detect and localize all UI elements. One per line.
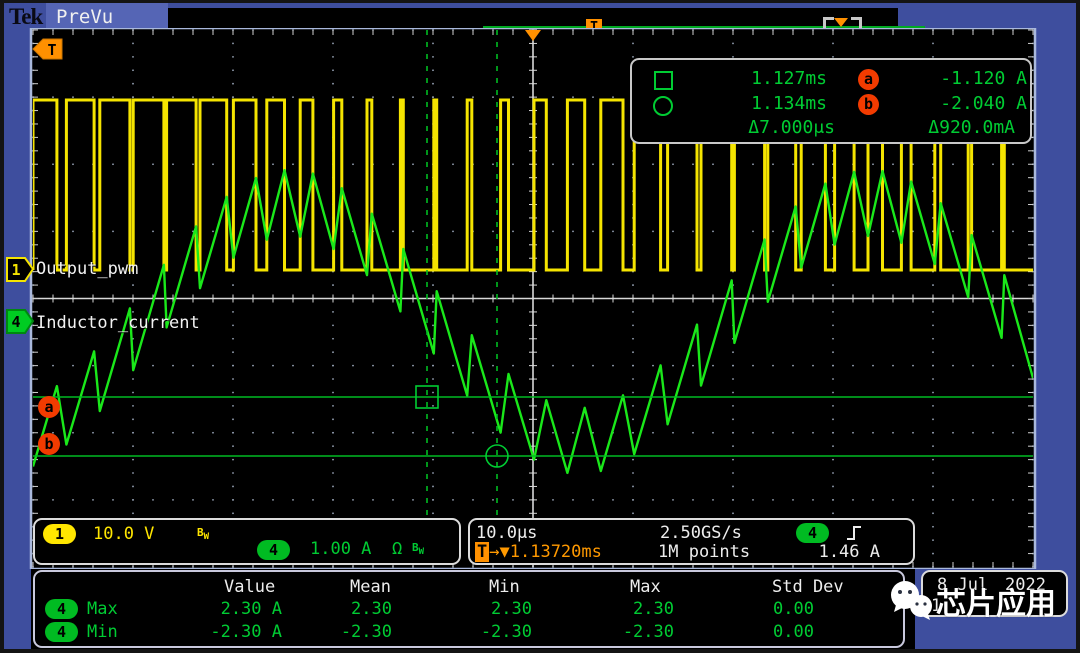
tek-logo: Tek <box>9 4 42 30</box>
trigger-delay-readout: T→▼1.13720ms <box>475 542 602 562</box>
meas2-channel-badge: 4 <box>45 622 78 642</box>
cursor1-time: 1.127ms <box>722 68 827 89</box>
ch1-scale: 10.0 V <box>93 524 154 544</box>
oscilloscope-screen: Tek PreVu T T14ab Output_pwm Inductor_cu… <box>0 0 1080 653</box>
ch4-coupling-icon: Ω <box>392 539 402 559</box>
meas2-min: -2.30 <box>432 622 532 642</box>
cursor-delta-amplitude: Δ920.0mA <box>872 117 1015 138</box>
cursor-delta-time: Δ7.000μs <box>692 117 835 138</box>
ch4-scale: 1.00 A <box>310 539 371 559</box>
column-header-stddev: Std Dev <box>772 577 844 597</box>
cursor1-square-icon <box>654 71 673 90</box>
cursor2-circle-icon <box>653 96 673 116</box>
meas1-stddev: 0.00 <box>714 599 814 619</box>
arrow-right-icon: → <box>489 542 499 562</box>
wechat-icon <box>888 578 936 624</box>
channel-readout-box[interactable]: 1 10.0 V BW 4 1.00 A Ω BW <box>33 518 461 565</box>
cursor-a-amplitude: -1.120 A <box>890 68 1027 89</box>
meas1-max: 2.30 <box>574 599 674 619</box>
trigger-flag-letter: T <box>47 41 56 59</box>
sample-rate-readout: 2.50GS/s <box>660 523 742 543</box>
column-header-value: Value <box>224 577 275 597</box>
watermark-text: 芯片应用 <box>936 579 1056 623</box>
channel4-label: Inductor_current <box>36 313 200 333</box>
cursor2-time: 1.134ms <box>722 93 827 114</box>
trigger-level-readout: 1.46 A <box>788 542 880 562</box>
channel1-label: Output_pwm <box>36 259 138 279</box>
column-header-min: Min <box>489 577 520 597</box>
trigger-position-triangle-icon: ▼ <box>500 542 510 562</box>
meas1-min: 2.30 <box>432 599 532 619</box>
cursor-b-amplitude: -2.040 A <box>890 93 1027 114</box>
meas2-mean: -2.30 <box>292 622 392 642</box>
cursor-a-edge-badge-letter: a <box>44 398 53 416</box>
meas1-value: 2.30 A <box>182 599 282 619</box>
ch1-bandwidth-icon: BW <box>197 526 209 542</box>
ch4-ground-marker-number: 4 <box>11 313 20 331</box>
ch1-ground-marker-number: 1 <box>11 261 20 279</box>
meas1-channel-badge: 4 <box>45 599 78 619</box>
column-header-max: Max <box>630 577 661 597</box>
ch4-bandwidth-icon: BW <box>412 541 424 557</box>
measurement-table[interactable]: Value Mean Min Max Std Dev 4 Max 2.30 A … <box>33 570 905 648</box>
meas2-name: Min <box>87 622 118 642</box>
horizontal-readout-box[interactable]: 10.0μs 2.50GS/s 4 T→▼1.13720ms 1M points… <box>468 518 915 565</box>
meas2-stddev: 0.00 <box>714 622 814 642</box>
cursor-b-edge-badge-letter: b <box>44 435 53 453</box>
meas1-name: Max <box>87 599 118 619</box>
timebase-readout: 10.0μs <box>476 523 537 543</box>
meas1-mean: 2.30 <box>292 599 392 619</box>
rising-edge-icon <box>845 523 863 543</box>
ch1-badge[interactable]: 1 <box>43 524 76 544</box>
trigger-t-icon: T <box>475 542 489 562</box>
watermark: 芯片应用 <box>888 578 1056 624</box>
window-position-triangle-icon <box>834 18 848 27</box>
record-overview-strip[interactable]: T <box>168 8 898 30</box>
column-header-mean: Mean <box>350 577 391 597</box>
meas2-max: -2.30 <box>574 622 674 642</box>
acquisition-status: PreVu <box>56 6 113 28</box>
cursor-readout-box[interactable]: 1.127ms 1.134ms a b -1.120 A -2.040 A Δ7… <box>630 58 1032 144</box>
cursor-b-badge: b <box>858 94 879 115</box>
ch4-badge[interactable]: 4 <box>257 540 290 560</box>
trigger-source-badge: 4 <box>796 523 829 543</box>
record-length-readout: 1M points <box>658 542 750 562</box>
cursor-a-badge: a <box>858 69 879 90</box>
meas2-value: -2.30 A <box>182 622 282 642</box>
